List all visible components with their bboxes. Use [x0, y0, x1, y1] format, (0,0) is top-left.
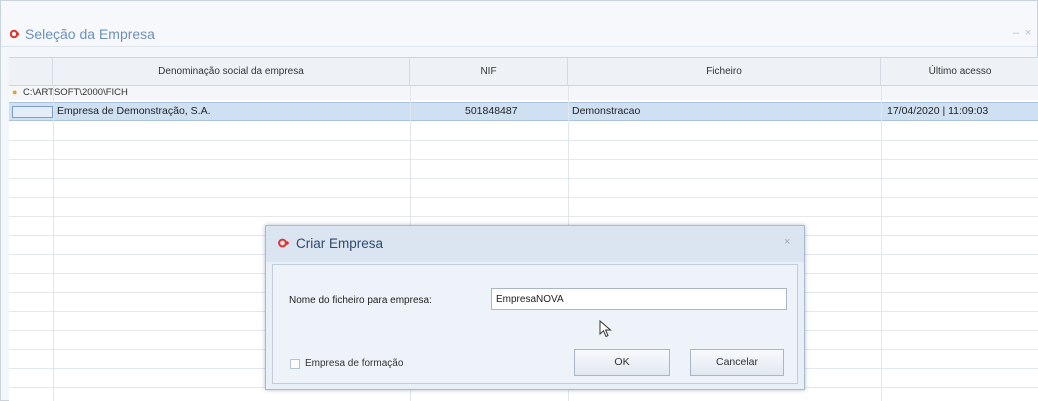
- minimize-icon[interactable]: –: [1013, 27, 1019, 39]
- row-indicator: [12, 106, 53, 118]
- grid-line: [9, 197, 1038, 198]
- dialog-close-icon[interactable]: ×: [784, 236, 790, 248]
- app-logo-icon: [10, 29, 20, 39]
- folder-icon: ●: [12, 87, 18, 97]
- grid-line: [9, 178, 1038, 179]
- filename-label: Nome do ficheiro para empresa:: [289, 295, 432, 306]
- dialog-app-icon: [278, 238, 289, 248]
- column-header-name[interactable]: Denominação social da empresa: [53, 58, 410, 86]
- group-path-label: C:\ARTSOFT\2000\FICH: [23, 87, 128, 98]
- cell-nif: 501848487: [465, 105, 518, 117]
- dialog-body: Nome do ficheiro para empresa: Empresa d…: [272, 264, 798, 384]
- column-header-nif[interactable]: NIF: [410, 58, 568, 86]
- grid-line: [9, 140, 1038, 141]
- title-bar: Seleção da Empresa – ×: [1, 1, 1037, 47]
- cell-file: Demonstracao: [572, 105, 641, 117]
- grid-header: Denominação social da empresa NIF Fichei…: [9, 58, 1038, 86]
- training-company-checkbox[interactable]: [290, 359, 300, 369]
- grid-column-line: [881, 86, 882, 401]
- mouse-pointer-icon: [599, 320, 612, 338]
- window-title: Seleção da Empresa: [25, 26, 155, 42]
- grid-line: [9, 159, 1038, 160]
- filename-input[interactable]: [491, 288, 787, 310]
- training-company-label: Empresa de formação: [305, 358, 404, 369]
- ok-button[interactable]: OK: [574, 349, 670, 376]
- close-icon[interactable]: ×: [1025, 27, 1031, 39]
- cell-last-access: 17/04/2020 | 11:09:03: [887, 105, 989, 117]
- group-row[interactable]: ● C:\ARTSOFT\2000\FICH: [9, 86, 1038, 100]
- company-selection-window: Seleção da Empresa – × Denominação socia…: [0, 0, 1038, 401]
- cell-company-name: Empresa de Demonstração, S.A.: [57, 105, 211, 117]
- dialog-title: Criar Empresa: [296, 236, 384, 251]
- grid-column-line: [53, 86, 54, 401]
- cancel-button[interactable]: Cancelar: [690, 349, 784, 376]
- row-indicator-header: [9, 58, 53, 86]
- create-company-dialog: Criar Empresa × Nome do ficheiro para em…: [265, 225, 805, 390]
- dialog-title-bar: Criar Empresa ×: [266, 226, 804, 262]
- table-row[interactable]: Empresa de Demonstração, S.A. 501848487 …: [9, 102, 1038, 121]
- grid-line: [9, 216, 1038, 217]
- column-header-last-access[interactable]: Último acesso: [881, 58, 1038, 86]
- column-header-file[interactable]: Ficheiro: [568, 58, 881, 86]
